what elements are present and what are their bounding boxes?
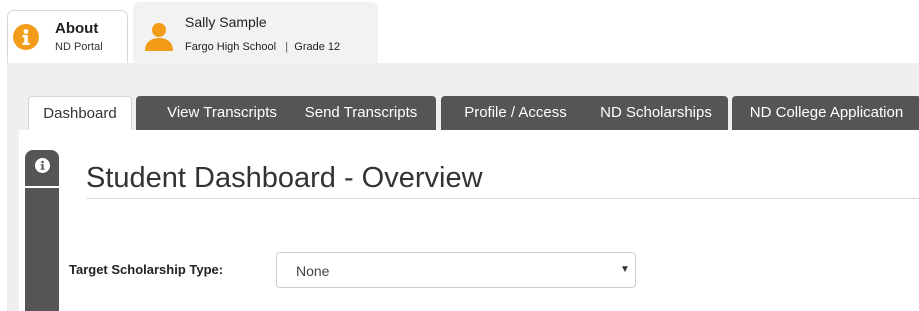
user-school-line: Fargo High School | Grade 12: [185, 41, 340, 53]
about-tab-title: About: [55, 20, 99, 37]
user-avatar-icon: [144, 21, 174, 56]
tab-send-transcripts[interactable]: Send Transcripts: [286, 96, 436, 130]
info-icon[interactable]: [35, 158, 50, 173]
tab-nd-scholarships[interactable]: ND Scholarships: [584, 96, 728, 130]
tab-nd-college-application[interactable]: ND College Application: [732, 96, 919, 130]
user-name: Sally Sample: [185, 14, 267, 30]
about-tab-subtitle: ND Portal: [55, 41, 103, 53]
tab-profile-access[interactable]: Profile / Access: [441, 96, 590, 130]
school-grade-separator: |: [285, 41, 289, 53]
scholarship-type-label: Target Scholarship Type:: [69, 262, 224, 277]
title-divider: [86, 198, 919, 199]
user-tab[interactable]: Sally Sample Fargo High School | Grade 1…: [133, 2, 378, 63]
info-circle-icon: [13, 24, 39, 50]
about-tab[interactable]: About ND Portal: [7, 10, 128, 63]
school-name: Fargo High School: [185, 41, 277, 53]
tab-view-transcripts[interactable]: View Transcripts: [136, 96, 308, 130]
top-bar: About ND Portal Sally Sample Fargo High …: [0, 0, 919, 63]
sidebar: [25, 150, 59, 311]
tab-dashboard[interactable]: Dashboard: [28, 96, 132, 130]
scholarship-type-value: None: [296, 263, 330, 279]
sidebar-divider: [25, 186, 59, 188]
scholarship-type-select[interactable]: None ▼: [276, 252, 636, 288]
caret-down-icon: ▼: [620, 264, 630, 275]
page-title: Student Dashboard - Overview: [86, 162, 483, 194]
grade-label: Grade 12: [294, 41, 341, 53]
